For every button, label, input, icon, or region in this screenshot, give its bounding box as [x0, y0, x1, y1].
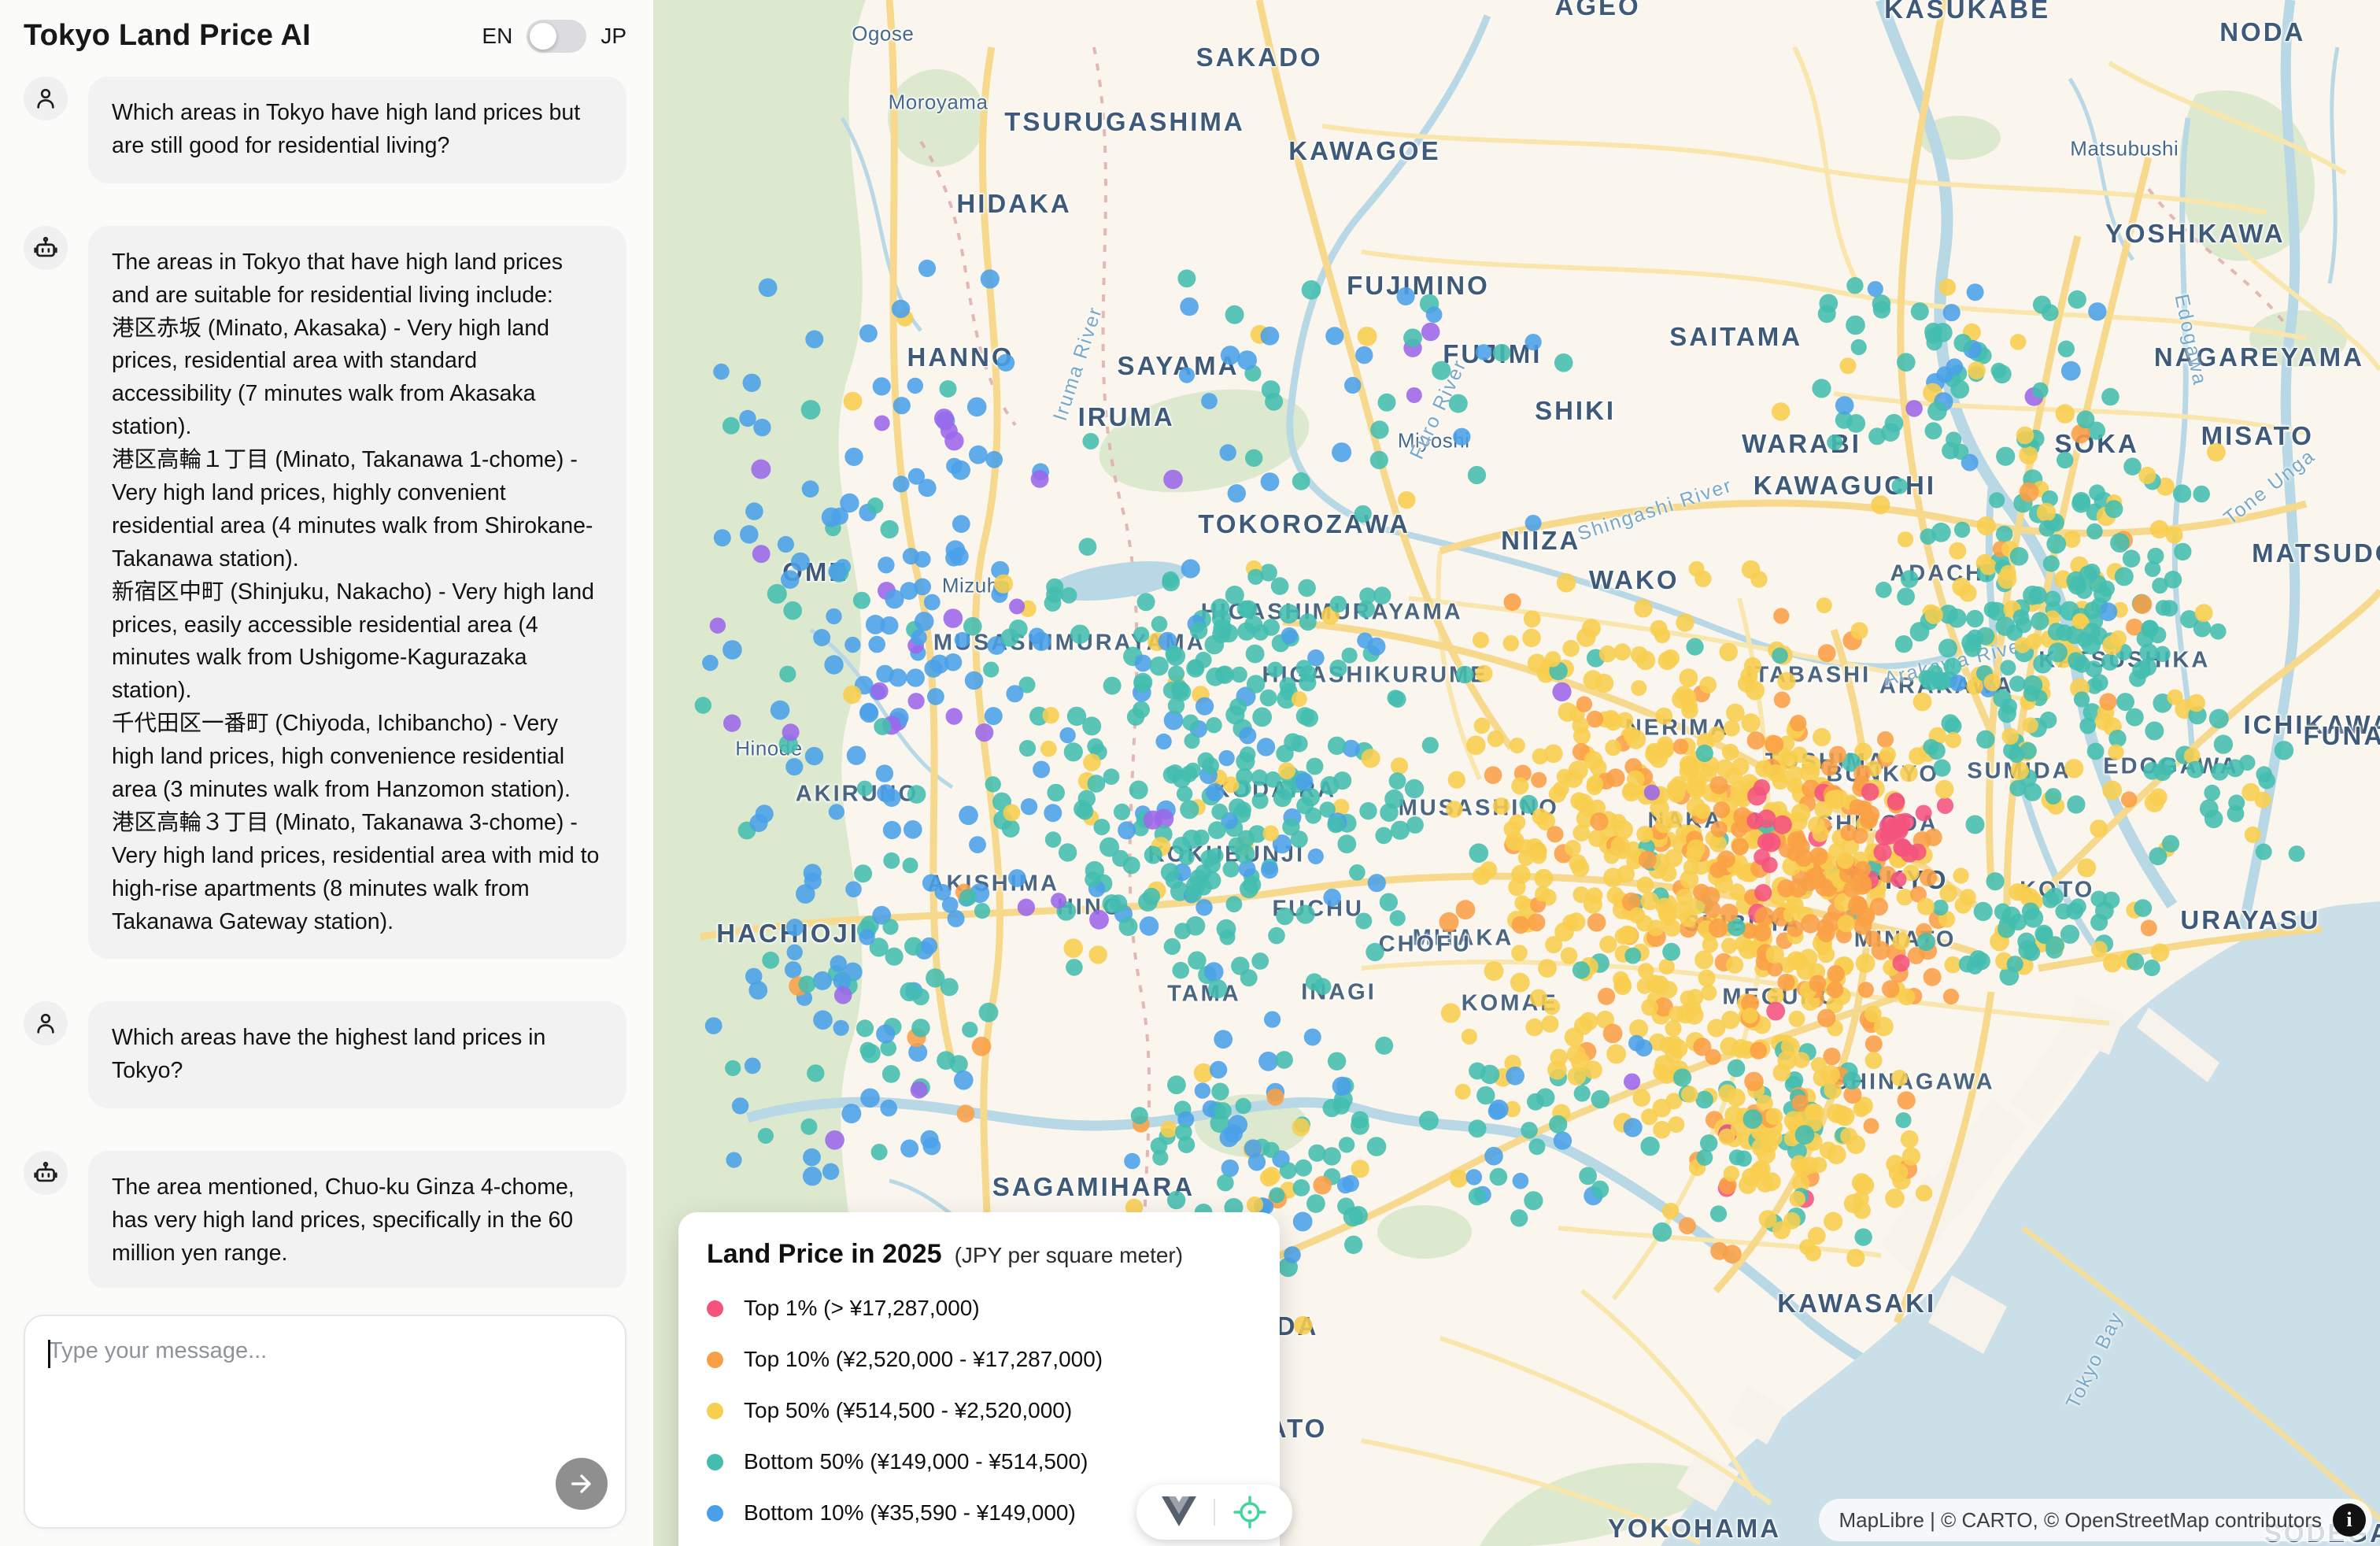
language-switcher: EN JP	[482, 20, 626, 53]
chat-message-user: Which areas in Tokyo have high land pric…	[24, 76, 626, 183]
legend-item: Top 50% (¥514,500 - ¥2,520,000)	[707, 1398, 1248, 1423]
legend-dot-pink	[707, 1300, 723, 1317]
tokyo-land-price-app: Tokyo Land Price AI EN JP Which areas in…	[0, 0, 2380, 1546]
chat-message-list: Which areas in Tokyo have high land pric…	[0, 67, 653, 1288]
lang-label-jp[interactable]: JP	[601, 24, 626, 49]
app-title: Tokyo Land Price AI	[24, 19, 311, 53]
legend-item-label: Top 10% (¥2,520,000 - ¥17,287,000)	[744, 1347, 1103, 1372]
map-canvas[interactable]: SAKADOTSURUGASHIMAKAWAGOEHIDAKAFUJIMINOF…	[653, 0, 2380, 1546]
legend-title: Land Price in 2025	[707, 1239, 942, 1270]
geolocate-icon[interactable]	[1232, 1495, 1267, 1529]
text-caret	[48, 1340, 50, 1368]
vue-logo-icon[interactable]	[1162, 1496, 1196, 1528]
legend-item-label: Bottom 50% (¥149,000 - ¥514,500)	[744, 1449, 1088, 1474]
message-bubble: Which areas in Tokyo have high land pric…	[88, 76, 626, 183]
legend-subtitle: (JPY per square meter)	[955, 1243, 1184, 1268]
chat-message-assistant: The area mentioned, Chuo-ku Ginza 4-chom…	[24, 1151, 626, 1288]
robot-icon	[32, 1160, 59, 1186]
legend-item-label: Bottom 10% (¥35,590 - ¥149,000)	[744, 1500, 1076, 1526]
message-bubble: Which areas have the highest land prices…	[88, 1001, 626, 1108]
legend-title-row: Land Price in 2025 (JPY per square meter…	[707, 1239, 1248, 1270]
send-button[interactable]	[556, 1458, 608, 1510]
legend-dot-teal	[707, 1454, 723, 1470]
controls-divider	[1214, 1499, 1215, 1526]
sidebar-header: Tokyo Land Price AI EN JP	[0, 0, 653, 67]
legend-item: Top 1% (> ¥17,287,000)	[707, 1296, 1248, 1321]
legend-dot-orange	[707, 1352, 723, 1368]
arrow-right-icon	[568, 1470, 595, 1497]
assistant-avatar	[24, 226, 68, 270]
message-bubble: The areas in Tokyo that have high land p…	[88, 226, 626, 960]
info-icon[interactable]: i	[2333, 1503, 2366, 1537]
assistant-avatar	[24, 1151, 68, 1195]
legend-dot-yellow	[707, 1403, 723, 1419]
legend-item-label: Top 1% (> ¥17,287,000)	[744, 1296, 980, 1321]
legend-item: Bottom 50% (¥149,000 - ¥514,500)	[707, 1449, 1248, 1474]
chat-input[interactable]	[25, 1316, 625, 1527]
legend-dot-blue	[707, 1505, 723, 1522]
toggle-knob	[530, 23, 556, 50]
robot-icon	[32, 235, 59, 261]
legend-item-label: Top 50% (¥514,500 - ¥2,520,000)	[744, 1398, 1072, 1423]
map-controls	[1136, 1485, 1292, 1540]
map-attribution: MapLibre | © CARTO, © OpenStreetMap cont…	[1819, 1499, 2372, 1541]
legend-item: Top 10% (¥2,520,000 - ¥17,287,000)	[707, 1347, 1248, 1372]
chat-sidebar: Tokyo Land Price AI EN JP Which areas in…	[0, 0, 653, 1546]
chat-message-user: Which areas have the highest land prices…	[24, 1001, 626, 1108]
language-toggle[interactable]	[527, 20, 586, 53]
attribution-text[interactable]: MapLibre | © CARTO, © OpenStreetMap cont…	[1839, 1508, 2322, 1533]
user-icon	[33, 86, 58, 111]
chat-input-card	[24, 1315, 626, 1529]
message-bubble: The area mentioned, Chuo-ku Ginza 4-chom…	[88, 1151, 626, 1288]
chat-message-assistant: The areas in Tokyo that have high land p…	[24, 226, 626, 960]
user-icon	[33, 1011, 58, 1036]
user-avatar	[24, 76, 68, 120]
lang-label-en[interactable]: EN	[482, 24, 512, 49]
user-avatar	[24, 1001, 68, 1045]
